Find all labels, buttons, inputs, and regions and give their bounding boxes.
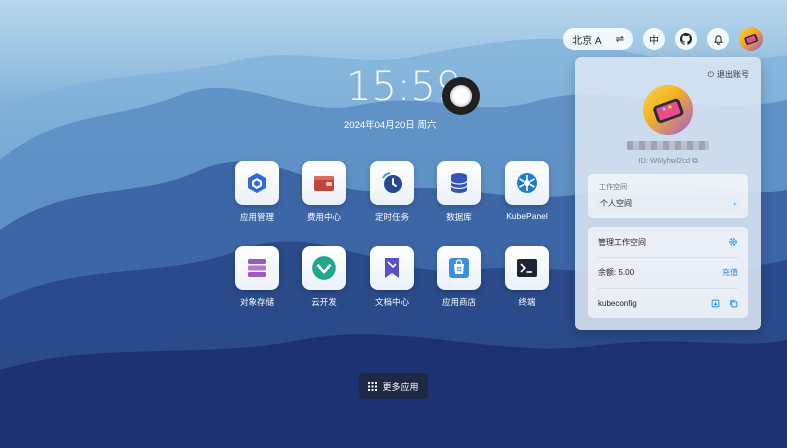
kubepanel-icon bbox=[517, 173, 537, 193]
terminal-icon bbox=[517, 259, 537, 277]
cloud-dev-icon bbox=[312, 256, 336, 280]
assistant-orb[interactable] bbox=[442, 77, 480, 115]
kubeconfig-row: kubeconfig bbox=[598, 288, 738, 318]
app-store[interactable]: 应用商店 bbox=[429, 246, 489, 308]
copy-icon[interactable]: ⧉ bbox=[692, 156, 697, 165]
copy-icon[interactable] bbox=[729, 299, 738, 308]
app-manage-icon bbox=[248, 173, 266, 193]
workspace-selector[interactable]: 个人空间 › bbox=[596, 195, 740, 211]
app-label: 文档中心 bbox=[374, 297, 409, 307]
language-button[interactable]: 中 bbox=[643, 28, 665, 50]
manage-workspace-label: 管理工作空间 bbox=[598, 237, 646, 247]
masked-username bbox=[627, 141, 709, 150]
app-label: 对象存储 bbox=[239, 297, 274, 307]
app-database[interactable]: 数据库 bbox=[429, 161, 489, 223]
chevron-right-icon: › bbox=[733, 198, 736, 208]
docs-icon bbox=[385, 258, 399, 278]
storage-icon bbox=[248, 259, 266, 277]
grid-icon bbox=[368, 381, 378, 391]
app-label: 费用中心 bbox=[306, 212, 341, 222]
clock-date: 2024年04月20日 周六 bbox=[344, 120, 437, 131]
phone-avatar-icon bbox=[653, 98, 684, 124]
app-label: 数据库 bbox=[446, 212, 472, 222]
logout-button[interactable]: ⏻ 退出账号 bbox=[708, 69, 749, 80]
workspace-title: 工作空间 bbox=[599, 184, 627, 191]
app-store-icon bbox=[449, 258, 469, 278]
timer-icon bbox=[382, 172, 402, 193]
logout-label: 退出账号 bbox=[717, 70, 749, 79]
app-cloud-dev[interactable]: 云开发 bbox=[294, 246, 354, 308]
region-label: 北京 A bbox=[572, 35, 602, 47]
database-icon bbox=[450, 173, 468, 193]
app-terminal[interactable]: 终端 bbox=[497, 246, 557, 308]
region-switcher[interactable]: 北京 A ⇌ bbox=[563, 28, 633, 50]
github-icon bbox=[680, 33, 692, 45]
app-label: 云开发 bbox=[311, 297, 337, 307]
gear-icon[interactable] bbox=[728, 237, 738, 247]
app-label: 定时任务 bbox=[374, 212, 409, 222]
wallet-icon bbox=[314, 176, 334, 191]
user-avatar-button[interactable] bbox=[739, 27, 763, 51]
swap-icon: ⇌ bbox=[615, 33, 624, 45]
app-label: 应用商店 bbox=[441, 297, 476, 307]
workspace-card: 工作空间 个人空间 › bbox=[588, 174, 748, 218]
app-label: 终端 bbox=[518, 297, 536, 307]
account-panel: ⏻ 退出账号 ID: W6lyhwl2cd ⧉ 工作空间 个人空间 › 管理工作… bbox=[575, 57, 761, 330]
balance-label: 余额: 5.00 bbox=[598, 268, 635, 277]
app-kubepanel[interactable]: KubePanel bbox=[497, 161, 557, 221]
power-icon: ⏻ bbox=[707, 69, 714, 79]
download-icon[interactable] bbox=[711, 299, 720, 308]
recharge-button[interactable]: 充值 bbox=[722, 267, 738, 278]
app-label: 应用管理 bbox=[239, 212, 274, 222]
user-id-text: ID: W6lyhwl2cd bbox=[638, 156, 691, 165]
more-apps-button[interactable]: 更多应用 bbox=[359, 373, 428, 399]
bell-icon bbox=[713, 34, 723, 45]
app-cron-jobs[interactable]: 定时任务 bbox=[362, 161, 422, 223]
kubeconfig-label: kubeconfig bbox=[598, 299, 637, 308]
account-actions-card: 管理工作空间 余额: 5.00 充值 kubeconfig bbox=[588, 227, 748, 318]
manage-workspace-row[interactable]: 管理工作空间 bbox=[598, 227, 738, 257]
workspace-current: 个人空间 bbox=[600, 198, 632, 208]
top-bar: 北京 A ⇌ 中 bbox=[563, 27, 763, 51]
more-apps-label: 更多应用 bbox=[382, 381, 419, 392]
app-billing[interactable]: 费用中心 bbox=[294, 161, 354, 223]
app-docs[interactable]: 文档中心 bbox=[362, 246, 422, 308]
github-button[interactable] bbox=[675, 28, 697, 50]
user-avatar bbox=[643, 85, 693, 135]
balance-row: 余额: 5.00 充值 bbox=[598, 257, 738, 287]
app-app-manage[interactable]: 应用管理 bbox=[227, 161, 287, 223]
app-label: KubePanel bbox=[506, 211, 548, 221]
user-id: ID: W6lyhwl2cd ⧉ bbox=[575, 156, 761, 166]
app-object-storage[interactable]: 对象存储 bbox=[227, 246, 287, 308]
notification-button[interactable] bbox=[707, 28, 729, 50]
language-label: 中 bbox=[649, 35, 659, 47]
phone-avatar-icon bbox=[744, 33, 758, 45]
